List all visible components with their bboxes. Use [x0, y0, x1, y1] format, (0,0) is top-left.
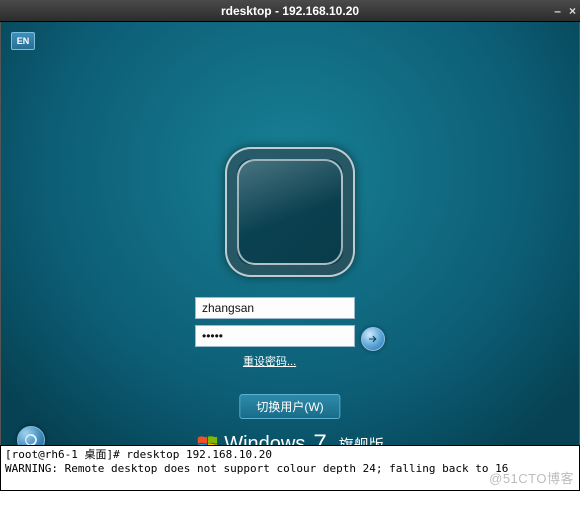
window-controls: – ×	[554, 0, 576, 21]
terminal-line: WARNING: Remote desktop does not support…	[5, 462, 508, 475]
login-submit-button[interactable]	[361, 327, 385, 351]
minimize-button[interactable]: –	[554, 4, 561, 18]
brand-word: Windows	[224, 433, 305, 446]
username-input[interactable]	[195, 297, 355, 319]
user-avatar-frame	[225, 147, 355, 277]
windows-logo-icon	[196, 433, 218, 445]
host-terminal[interactable]: [root@rh6-1 桌面]# rdesktop 192.168.10.20 …	[0, 445, 580, 491]
brand-version: 7	[313, 430, 326, 445]
switch-user-button[interactable]: 切换用户(W)	[239, 394, 340, 419]
window-title: rdesktop - 192.168.10.20	[221, 4, 359, 18]
reset-password-link[interactable]: 重设密码...	[243, 353, 385, 369]
windows-brand-row: Windows 7 旗舰版	[1, 426, 579, 445]
brand-edition: 旗舰版	[339, 434, 384, 446]
password-input[interactable]	[195, 325, 355, 347]
remote-session: EN 重设密码... 切换用户(W) Windows 7 旗舰版	[0, 22, 580, 445]
close-button[interactable]: ×	[569, 4, 576, 18]
ime-indicator[interactable]: EN	[11, 32, 35, 50]
window-titlebar: rdesktop - 192.168.10.20 – ×	[0, 0, 580, 22]
page-margin	[0, 491, 580, 513]
arrow-right-icon	[367, 333, 379, 345]
terminal-line: [root@rh6-1 桌面]# rdesktop 192.168.10.20	[5, 448, 272, 461]
credentials-panel: 重设密码...	[195, 297, 385, 369]
